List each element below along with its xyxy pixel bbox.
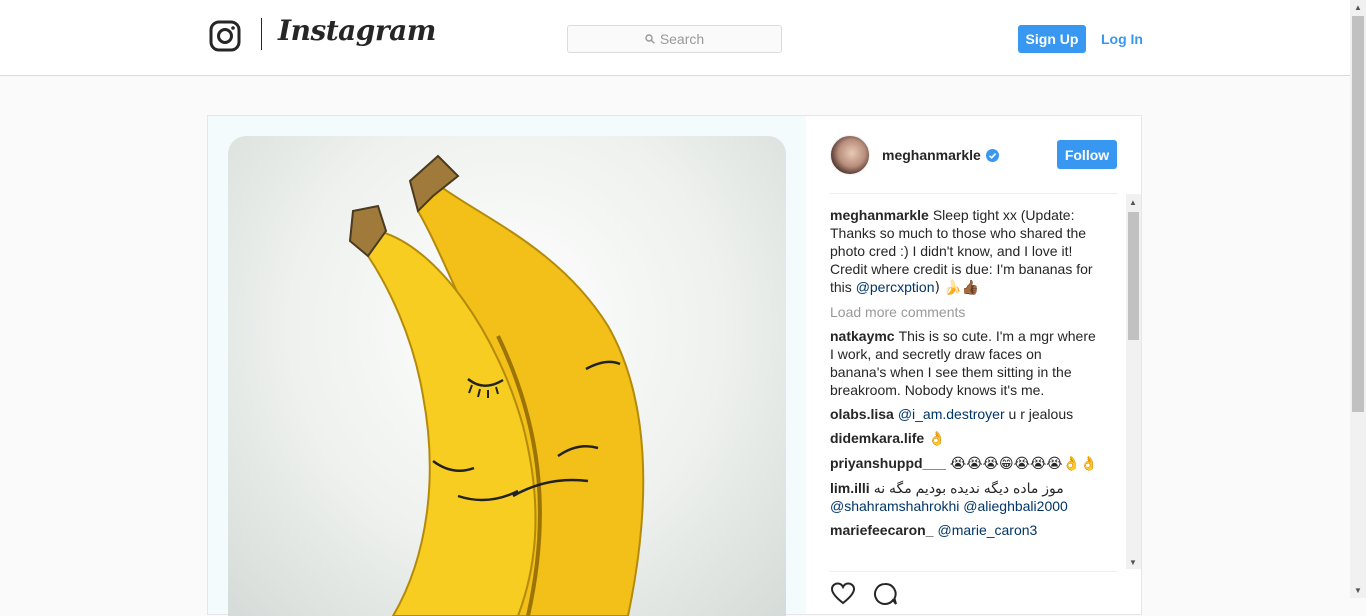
comment-username[interactable]: mariefeecaron_: [830, 522, 934, 538]
actions-divider: [830, 571, 1118, 572]
comment-username[interactable]: didemkara.life: [830, 430, 924, 446]
comment-text: موز ماده دیگه ندیده بودیم مگه نه: [873, 480, 1064, 496]
caption: meghanmarkle Sleep tight xx (Update: Than…: [830, 206, 1100, 297]
owner-avatar[interactable]: [830, 135, 870, 175]
verified-badge-icon: [985, 148, 999, 162]
page-scrollbar[interactable]: ▲ ▼: [1350, 0, 1366, 598]
scroll-up-arrow-icon[interactable]: ▲: [1129, 198, 1137, 207]
post-media-area: [208, 116, 806, 616]
page-scroll-up-icon[interactable]: ▲: [1354, 3, 1362, 12]
comment-text: u r jealous: [1008, 406, 1074, 422]
post-actions: [830, 581, 898, 607]
load-more-comments-button[interactable]: Load more comments: [830, 303, 1100, 321]
comment-mention[interactable]: @marie_caron3: [938, 522, 1038, 538]
log-in-link[interactable]: Log In: [1101, 31, 1143, 47]
comment-username[interactable]: lim.illi: [830, 480, 870, 496]
comment-text: 👌: [928, 431, 946, 447]
comment-username[interactable]: natkaymc: [830, 328, 895, 344]
comment-username[interactable]: olabs.lisa: [830, 406, 894, 422]
scroll-down-arrow-icon[interactable]: ▼: [1129, 558, 1137, 567]
page-scrollbar-thumb[interactable]: [1352, 16, 1364, 412]
comment-item: natkaymc This is so cute. I'm a mgr where…: [830, 327, 1100, 399]
like-heart-icon[interactable]: [830, 581, 856, 607]
sidebar-divider: [830, 193, 1118, 194]
owner-username-text[interactable]: meghanmarkle: [882, 147, 981, 163]
comment-item: didemkara.life 👌: [830, 429, 1100, 448]
follow-button[interactable]: Follow: [1057, 140, 1117, 169]
comment-bubble-icon[interactable]: [872, 581, 898, 607]
owner-username[interactable]: meghanmarkle: [882, 147, 999, 163]
top-navigation-bar: Instagram Search Sign Up Log In: [0, 0, 1350, 76]
sign-up-button[interactable]: Sign Up: [1018, 25, 1086, 53]
caption-mention[interactable]: @percxption: [856, 279, 935, 295]
comments-scrollbar[interactable]: ▲ ▼: [1126, 194, 1141, 569]
hugging-bananas-illustration: [348, 154, 645, 616]
comment-username[interactable]: priyanshuppd___: [830, 455, 946, 471]
instagram-wordmark[interactable]: Instagram: [278, 14, 436, 47]
search-placeholder: Search: [659, 31, 705, 47]
comment-mention[interactable]: @shahramshahrokhi: [830, 498, 959, 514]
comment-item: lim.illi موز ماده دیگه ندیده بودیم مگه نه…: [830, 479, 1100, 515]
post-photo[interactable]: [228, 136, 786, 616]
post-sidebar: meghanmarkle Follow meghanmarkle Sleep ti…: [830, 116, 1141, 614]
comment-item: priyanshuppd___ 😭😭😭😁😭😭😭👌👌: [830, 454, 1100, 473]
caption-username[interactable]: meghanmarkle: [830, 207, 929, 223]
search-icon: [645, 34, 655, 44]
comment-item: mariefeecaron_ @marie_caron3: [830, 521, 1100, 539]
comment-text: 😭😭😭😁😭😭😭👌👌: [949, 456, 1098, 472]
comment-mention[interactable]: @alieghbali2000: [963, 498, 1068, 514]
caption-text-end: ) 🍌👍🏾: [934, 280, 980, 296]
comment-mention[interactable]: @i_am.destroyer: [898, 406, 1005, 422]
comment-item: olabs.lisa @i_am.destroyer u r jealous: [830, 405, 1100, 423]
comments-scrollbar-thumb[interactable]: [1128, 212, 1139, 340]
post-card: meghanmarkle Follow meghanmarkle Sleep ti…: [207, 115, 1142, 616]
logo-divider: [261, 18, 262, 50]
page-scroll-down-icon[interactable]: ▼: [1354, 586, 1362, 595]
comments-list: meghanmarkle Sleep tight xx (Update: Than…: [830, 206, 1100, 571]
search-input[interactable]: Search: [567, 25, 782, 53]
instagram-camera-icon[interactable]: [209, 20, 241, 52]
